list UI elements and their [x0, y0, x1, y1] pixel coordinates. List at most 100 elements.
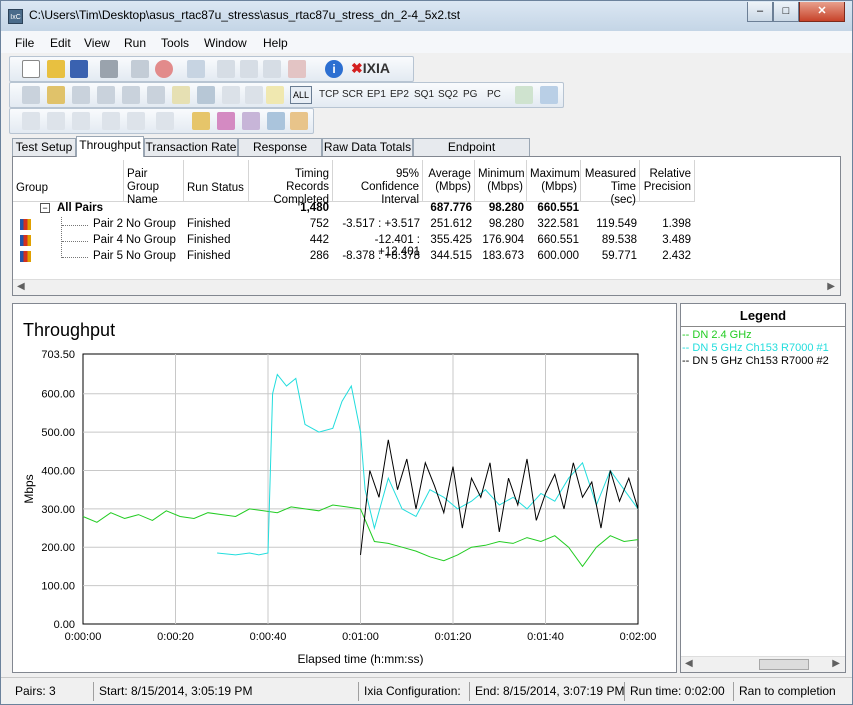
tab-transaction-rate[interactable]: Transaction Rate [144, 138, 238, 156]
collapse-icon[interactable] [47, 112, 65, 130]
legend-horizontal-scrollbar[interactable]: ◀ ▶ [681, 656, 845, 672]
scroll-left-icon[interactable]: ◀ [17, 281, 25, 292]
export-icon[interactable] [515, 86, 533, 104]
add-group-icon[interactable] [72, 86, 90, 104]
wizard-icon[interactable] [192, 112, 210, 130]
tab-response-time[interactable]: Response Time [238, 138, 322, 170]
filter-ep2-button[interactable]: EP2 [390, 89, 409, 100]
filter-pc-button[interactable]: PC [487, 89, 501, 100]
scroll-left-icon[interactable]: ◀ [685, 658, 693, 669]
maximize-button[interactable]: □ [773, 2, 799, 22]
legend-item-dn-5-1[interactable]: -- DN 5 GHz Ch153 R7000 #1 [682, 342, 829, 354]
title-bar[interactable]: IxC C:\Users\Tim\Desktop\asus_rtac87u_st… [1, 1, 852, 31]
run-icon[interactable] [131, 60, 149, 78]
filter-ep1-button[interactable]: EP1 [367, 89, 386, 100]
delete-icon[interactable] [288, 60, 306, 78]
tab-raw-data-totals[interactable]: Raw Data Totals [322, 138, 413, 156]
scroll-right-icon[interactable]: ▶ [832, 658, 840, 669]
y-tick-label: 300.00 [41, 504, 75, 516]
save-icon[interactable] [70, 60, 88, 78]
ixia-logo[interactable]: ✖IXIA [351, 60, 390, 77]
menu-edit[interactable]: Edit [50, 36, 71, 50]
pair-chart-icon [20, 219, 31, 230]
col-minimum[interactable]: Minimum (Mbps) [475, 160, 527, 202]
pair-chart-icon [20, 235, 31, 246]
script-icon[interactable] [147, 86, 165, 104]
pair-name: Pair 4 [93, 234, 124, 246]
col-timing-records[interactable]: Timing Records Completed [249, 160, 333, 206]
edit-pair-icon[interactable] [122, 86, 140, 104]
table-horizontal-scrollbar[interactable]: ◀ ▶ [13, 279, 840, 295]
collapse-toggle-icon[interactable]: − [40, 203, 50, 213]
menu-view[interactable]: View [84, 36, 110, 50]
tab-endpoint-configuration[interactable]: Endpoint Configuration [413, 138, 530, 170]
copy-icon[interactable] [240, 60, 258, 78]
main-window: IxC C:\Users\Tim\Desktop\asus_rtac87u_st… [0, 0, 853, 705]
legend-item-dn-2-4[interactable]: -- DN 2.4 GHz [682, 329, 752, 341]
arrange-icon[interactable] [102, 112, 120, 130]
sort-icon[interactable] [245, 86, 263, 104]
pair-name: Pair 2 [93, 218, 124, 230]
pair-group: No Group [126, 218, 176, 230]
filter-all-button[interactable]: ALL [290, 86, 312, 104]
info-icon[interactable]: i [325, 60, 343, 78]
new-file-icon[interactable] [22, 60, 40, 78]
col-group[interactable]: Group [13, 160, 124, 202]
menu-tools[interactable]: Tools [161, 36, 189, 50]
network-icon[interactable] [267, 112, 285, 130]
filter-sq1-button[interactable]: SQ1 [414, 89, 434, 100]
layout-icon[interactable] [72, 112, 90, 130]
paste-icon[interactable] [263, 60, 281, 78]
filter-tcp-button[interactable]: TCP [319, 89, 339, 100]
scroll-right-icon[interactable]: ▶ [827, 281, 835, 292]
filter-icon[interactable] [127, 112, 145, 130]
refresh-icon[interactable] [187, 60, 205, 78]
close-button[interactable]: ✕ [799, 2, 845, 22]
col-confidence[interactable]: 95% Confidence Interval [333, 160, 423, 206]
window-icon[interactable] [156, 112, 174, 130]
status-bar: Pairs: 3 Start: 8/15/2014, 3:05:19 PM Ix… [1, 677, 852, 704]
tab-throughput[interactable]: Throughput [76, 136, 144, 157]
notes-icon[interactable] [172, 86, 190, 104]
swap-icon[interactable] [222, 86, 240, 104]
col-run-status[interactable]: Run Status [184, 160, 249, 202]
minimize-button[interactable]: – [747, 2, 773, 22]
pair-average: 344.515 [430, 250, 472, 262]
col-pair-group-name[interactable]: Pair Group Name [124, 160, 184, 206]
pair-network-icon[interactable] [97, 86, 115, 104]
legend-title: Legend [739, 308, 787, 323]
add-pair-icon[interactable] [22, 86, 40, 104]
report-icon[interactable] [540, 86, 558, 104]
col-relative-precision[interactable]: Relative Precision [640, 160, 695, 202]
tools-icon[interactable] [217, 112, 235, 130]
menu-window[interactable]: Window [204, 36, 247, 50]
expand-icon[interactable] [22, 112, 40, 130]
all-pairs-row[interactable]: − All Pairs 1,480 687.776 98.280 660.551 [13, 201, 840, 217]
number-icon[interactable] [266, 86, 284, 104]
menu-run[interactable]: Run [124, 36, 146, 50]
paint-icon[interactable] [290, 112, 308, 130]
status-end: End: 8/15/2014, 3:07:19 PM [469, 682, 629, 701]
print-icon[interactable] [100, 60, 118, 78]
col-maximum[interactable]: Maximum (Mbps) [527, 160, 581, 202]
open-folder-icon[interactable] [47, 60, 65, 78]
settings-icon[interactable] [242, 112, 260, 130]
table-row[interactable]: Pair 5 No Group Finished 286 -8.378 : +8… [13, 241, 840, 265]
scroll-thumb[interactable] [759, 659, 809, 670]
col-average[interactable]: Average (Mbps) [423, 160, 475, 202]
filter-sq2-button[interactable]: SQ2 [438, 89, 458, 100]
menu-help[interactable]: Help [263, 36, 288, 50]
pair-maximum: 660.551 [537, 234, 579, 246]
legend-item-dn-5-2[interactable]: -- DN 5 GHz Ch153 R7000 #2 [682, 355, 829, 367]
table-row[interactable]: Pair 2 No Group Finished 752 -3.517 : +3… [13, 217, 840, 233]
filter-scr-button[interactable]: SCR [342, 89, 363, 100]
add-multicast-icon[interactable] [47, 86, 65, 104]
endpoint-icon[interactable] [197, 86, 215, 104]
menu-file[interactable]: File [15, 36, 34, 50]
cut-icon[interactable] [217, 60, 235, 78]
table-row[interactable]: Pair 4 No Group Finished 442 -12.401 : +… [13, 225, 840, 258]
filter-pg-button[interactable]: PG [463, 89, 477, 100]
stop-icon[interactable] [155, 60, 173, 78]
col-measured-time[interactable]: Measured Time (sec) [581, 160, 640, 206]
tab-test-setup[interactable]: Test Setup [12, 138, 76, 156]
